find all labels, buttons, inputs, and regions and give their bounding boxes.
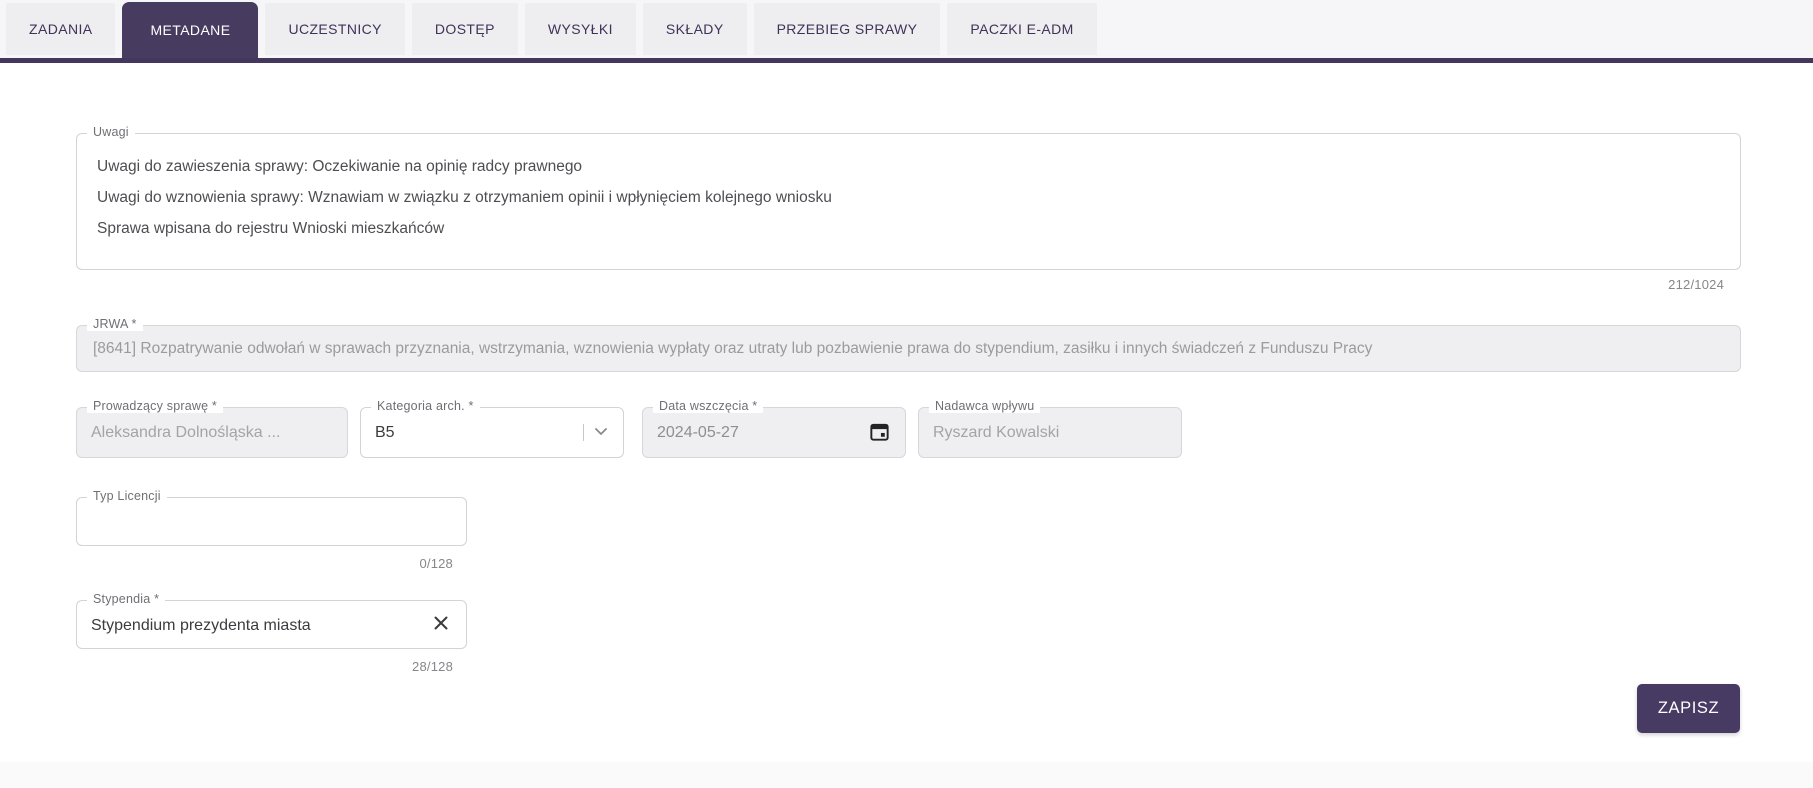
- tab-underline: [0, 58, 1813, 63]
- uwagi-line: Uwagi do wznowienia sprawy: Wznawiam w z…: [97, 189, 832, 206]
- nadawca-wplywu-field: Nadawca wpływu Ryszard Kowalski: [918, 399, 1182, 458]
- uwagi-char-counter: 212/1024: [1668, 277, 1724, 292]
- prowadzacy-sprawe-value: Aleksandra Dolnośląska ...: [91, 424, 281, 441]
- jrwa-value: [8641] Rozpatrywanie odwołań w sprawach …: [93, 340, 1373, 357]
- kategoria-arch-dropdown-button[interactable]: [591, 421, 611, 444]
- prowadzacy-sprawe-field: Prowadzący sprawę * Aleksandra Dolnośląs…: [76, 399, 348, 458]
- uwagi-line: Uwagi do zawieszenia sprawy: Oczekiwanie…: [97, 158, 583, 175]
- case-tab-bar: ZADANIA METADANE UCZESTNICY DOSTĘP WYSYŁ…: [0, 0, 1813, 58]
- dropdown-divider: [583, 424, 584, 441]
- data-wszczecia-datepicker-button[interactable]: [868, 420, 891, 446]
- tab-zadania[interactable]: ZADANIA: [6, 3, 116, 55]
- data-wszczecia-label: Data wszczęcia *: [653, 399, 764, 413]
- uwagi-content: Uwagi do zawieszenia sprawy: Oczekiwanie…: [77, 134, 1740, 244]
- stypendia-clear-button[interactable]: [432, 614, 450, 635]
- stypendia-label: Stypendia *: [87, 592, 166, 606]
- uwagi-textarea[interactable]: Uwagi Uwagi do zawieszenia sprawy: Oczek…: [76, 125, 1741, 270]
- nadawca-wplywu-value: Ryszard Kowalski: [933, 424, 1060, 441]
- stypendia-char-counter: 28/128: [412, 659, 453, 674]
- tab-wysylki[interactable]: WYSYŁKI: [524, 3, 636, 55]
- tab-metadane[interactable]: METADANE: [122, 2, 259, 58]
- data-wszczecia-field[interactable]: Data wszczęcia * 2024-05-27: [642, 399, 906, 458]
- tab-uczestnicy[interactable]: UCZESTNICY: [265, 3, 405, 55]
- typ-licencji-field[interactable]: Typ Licencji: [76, 489, 467, 546]
- save-button[interactable]: ZAPISZ: [1637, 684, 1740, 733]
- uwagi-label: Uwagi: [87, 125, 135, 139]
- calendar-icon: [868, 420, 891, 446]
- tab-sklady[interactable]: SKŁADY: [642, 3, 747, 55]
- kategoria-arch-field[interactable]: Kategoria arch. * B5: [360, 399, 624, 458]
- stypendia-field[interactable]: Stypendia * Stypendium prezydenta miasta: [76, 592, 467, 650]
- stypendia-input[interactable]: Stypendium prezydenta miasta: [77, 601, 466, 650]
- clear-icon: [432, 614, 450, 635]
- kategoria-arch-label: Kategoria arch. *: [371, 399, 480, 413]
- page-bottom-strip: [0, 762, 1813, 788]
- typ-licencji-label: Typ Licencji: [87, 489, 167, 503]
- jrwa-field: JRWA * [8641] Rozpatrywanie odwołań w sp…: [76, 317, 1741, 372]
- tab-paczki-e-adm[interactable]: PACZKI E-ADM: [947, 3, 1097, 55]
- tab-dostep[interactable]: DOSTĘP: [411, 3, 518, 55]
- tab-przebieg-sprawy[interactable]: PRZEBIEG SPRAWY: [753, 3, 941, 55]
- data-wszczecia-value: 2024-05-27: [657, 424, 739, 441]
- nadawca-wplywu-label: Nadawca wpływu: [929, 399, 1041, 413]
- typ-licencji-char-counter: 0/128: [419, 556, 453, 571]
- uwagi-line: Sprawa wpisana do rejestru Wnioski miesz…: [97, 220, 445, 237]
- chevron-down-icon: [591, 421, 611, 444]
- prowadzacy-sprawe-label: Prowadzący sprawę *: [87, 399, 223, 413]
- jrwa-label: JRWA *: [87, 317, 143, 331]
